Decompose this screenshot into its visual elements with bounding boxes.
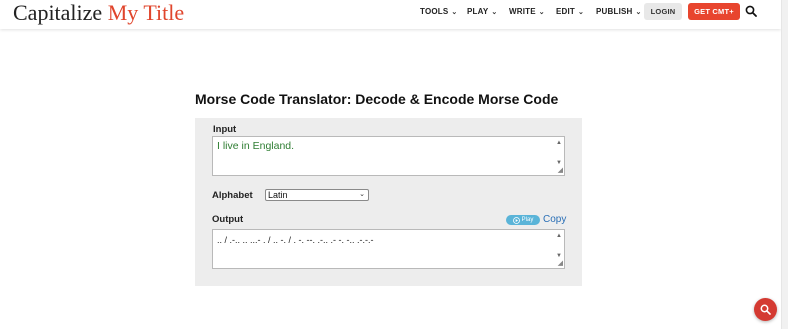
chevron-down-icon: ⌄ (359, 191, 365, 198)
play-icon (512, 216, 520, 224)
login-button[interactable]: LOGIN (644, 3, 682, 20)
nav-publish[interactable]: PUBLISH ⌄ (596, 7, 642, 16)
resize-handle-icon[interactable]: ◢ (558, 167, 563, 174)
resize-handle-icon[interactable]: ◢ (558, 260, 563, 267)
input-label: Input (213, 124, 237, 135)
nav-tools-label: TOOLS (420, 7, 449, 16)
search-icon (760, 304, 771, 315)
nav-write-label: WRITE (509, 7, 536, 16)
alphabet-label: Alphabet (212, 190, 253, 201)
search-fab-button[interactable] (754, 298, 777, 321)
chevron-down-icon: ⌄ (491, 9, 498, 16)
nav-play-label: PLAY (467, 7, 489, 16)
scroll-down-icon[interactable]: ▼ (556, 160, 562, 166)
site-logo[interactable]: Capitalize My Title (13, 0, 184, 26)
page-title: Morse Code Translator: Decode & Encode M… (195, 91, 559, 107)
alphabet-select[interactable]: Latin ⌄ (265, 189, 369, 201)
nav-play[interactable]: PLAY ⌄ (467, 7, 497, 16)
scroll-up-icon[interactable]: ▲ (556, 140, 562, 146)
nav-edit-label: EDIT (556, 7, 576, 16)
copy-link[interactable]: Copy (543, 214, 566, 225)
search-icon[interactable] (745, 5, 757, 17)
nav-publish-label: PUBLISH (596, 7, 633, 16)
output-label: Output (212, 214, 244, 225)
chevron-down-icon: ⌄ (635, 9, 642, 16)
play-button[interactable]: Play (506, 215, 540, 225)
input-textarea[interactable]: I live in England. ▲ ▼ ◢ (212, 136, 565, 176)
logo-accent-text: My Title (107, 0, 185, 25)
output-textarea[interactable]: .. / .-.. .. ...- . / .. -. / . -. --. .… (212, 229, 565, 269)
scroll-down-icon[interactable]: ▼ (556, 253, 562, 259)
get-cmt-plus-button[interactable]: GET CMT+ (688, 3, 740, 20)
logo-text: Capitalize (13, 0, 108, 25)
play-button-label: Play (521, 217, 534, 223)
page-scrollbar[interactable] (781, 0, 788, 329)
scroll-up-icon[interactable]: ▲ (556, 233, 562, 239)
alphabet-selected-value: Latin (268, 190, 288, 200)
nav-write[interactable]: WRITE ⌄ (509, 7, 545, 16)
chevron-down-icon: ⌄ (451, 9, 458, 16)
input-text: I live in England. (217, 140, 295, 152)
output-text: .. / .-.. .. ...- . / .. -. / . -. --. .… (217, 235, 374, 245)
chevron-down-icon: ⌄ (538, 9, 545, 16)
nav-tools[interactable]: TOOLS ⌄ (420, 7, 458, 16)
nav-edit[interactable]: EDIT ⌄ (556, 7, 584, 16)
chevron-down-icon: ⌄ (578, 9, 585, 16)
site-header: Capitalize My Title TOOLS ⌄ PLAY ⌄ WRITE ⌄ … (0, 0, 781, 29)
